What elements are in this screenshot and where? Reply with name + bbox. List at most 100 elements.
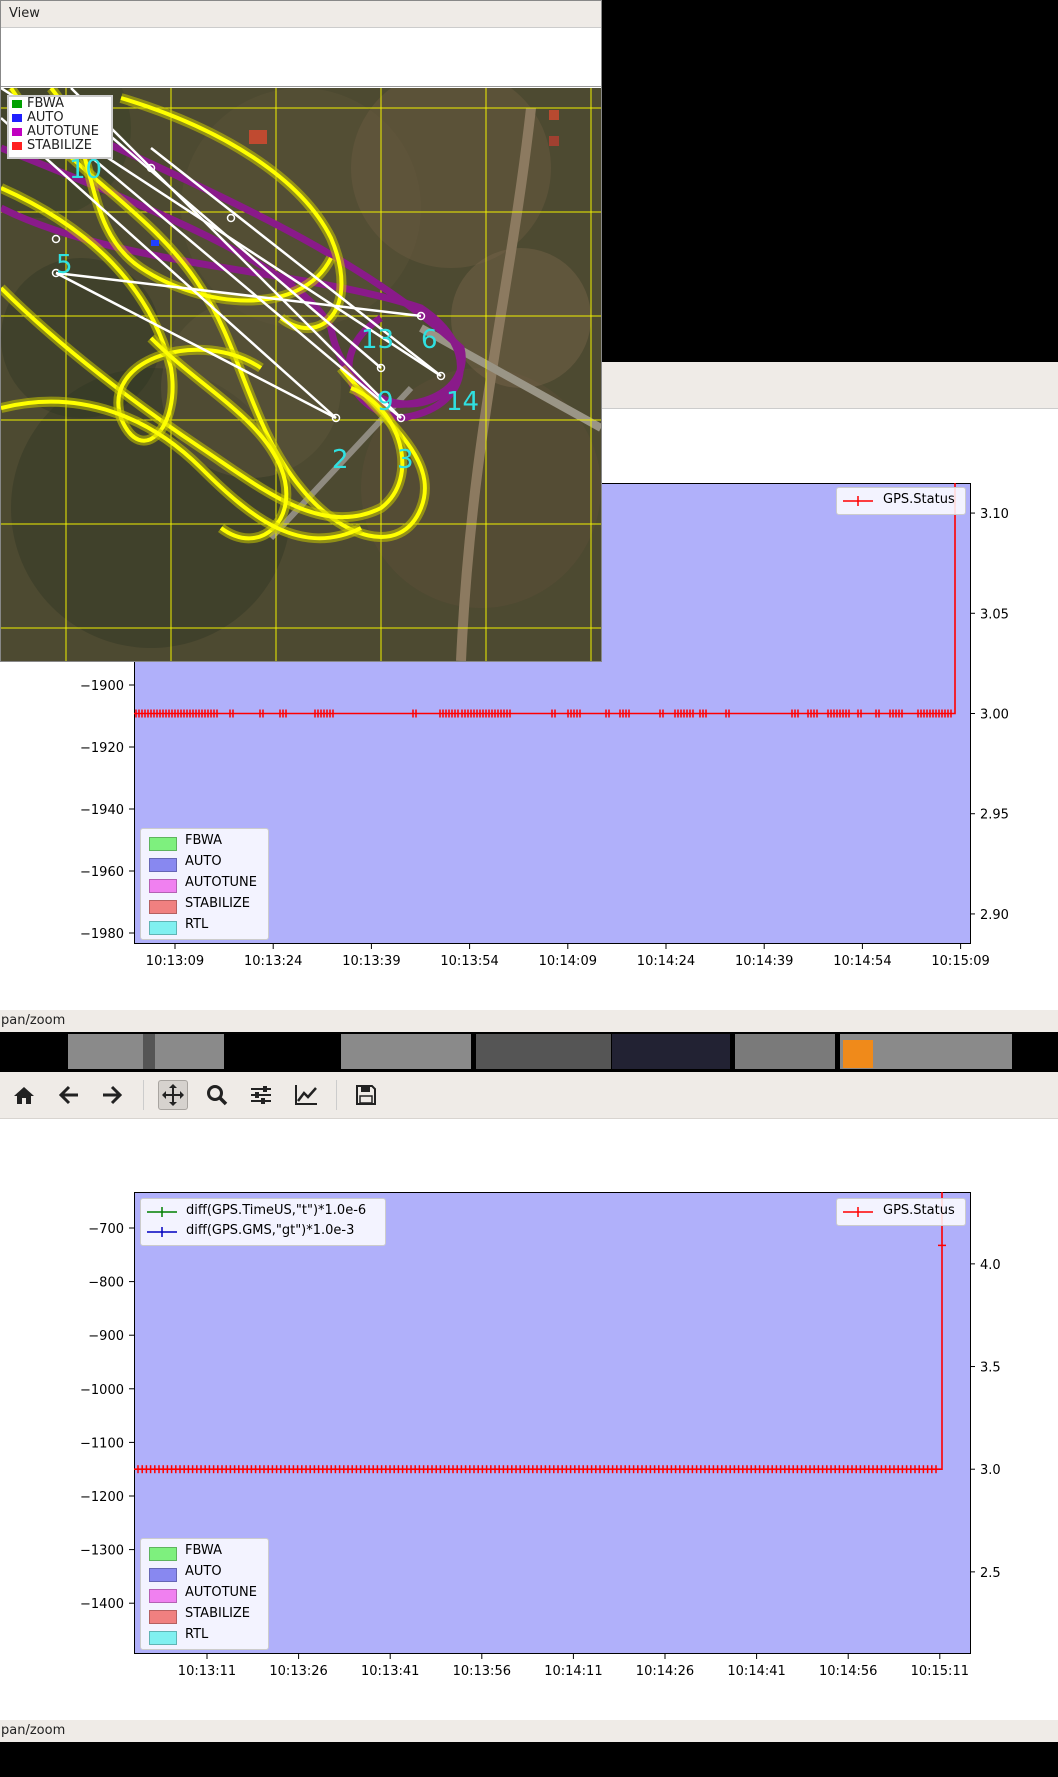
y-right-tick-label: 3.00	[980, 708, 1009, 723]
map-legend-label: FBWA	[27, 96, 64, 111]
taskbar-item[interactable]	[476, 1034, 611, 1069]
legend-line-icon	[147, 1227, 177, 1237]
x-tick-label: 10:13:26	[269, 1664, 327, 1679]
terrain-patch	[451, 248, 591, 388]
y-left-tick-label: −800	[88, 1276, 124, 1291]
y-left-tick-label: −1200	[80, 1490, 124, 1505]
x-tick-label: 10:13:24	[244, 954, 302, 969]
map-legend-swatch	[12, 100, 22, 108]
x-tick-label: 10:13:54	[440, 954, 498, 969]
waypoint-label: 14	[446, 387, 479, 417]
x-tick-label: 10:14:41	[727, 1664, 785, 1679]
map-legend-swatch	[12, 142, 22, 150]
mode-swatch	[149, 837, 177, 851]
legend-line-icon	[843, 1207, 873, 1217]
map-legend-swatch	[12, 128, 22, 136]
y-left-tick-label: −1980	[80, 927, 124, 942]
x-tick-label: 10:13:39	[342, 954, 400, 969]
y-right-tick-label: 2.95	[980, 808, 1009, 823]
mode-label: RTL	[185, 917, 209, 932]
map-legend-label: AUTOTUNE	[27, 124, 99, 139]
building	[549, 110, 559, 120]
plot-2-statusbar: pan/zoom	[0, 1720, 1058, 1742]
y-right-tick-label: 2.90	[980, 908, 1009, 923]
mode-swatch	[149, 900, 177, 914]
mode-swatch	[149, 921, 177, 935]
x-tick-label: 10:14:39	[735, 954, 793, 969]
map-legend-label: AUTO	[27, 110, 64, 125]
map-blank-panel	[1, 28, 601, 87]
mode-swatch	[149, 1568, 177, 1582]
mode-label: STABILIZE	[185, 1606, 251, 1621]
y-right-tick-label: 3.05	[980, 607, 1009, 622]
y-left-tick-label: −1960	[80, 865, 124, 880]
x-tick-label: 10:15:09	[931, 954, 989, 969]
y-left-tick-label: −700	[88, 1222, 124, 1237]
y-right-tick-label: 3.5	[980, 1361, 1001, 1376]
map-legend: FBWA AUTO AUTOTUNE STABILIZE	[7, 95, 113, 159]
status-text: pan/zoom	[1, 1723, 66, 1738]
x-tick-label: 10:13:56	[453, 1664, 511, 1679]
x-tick-label: 10:13:09	[146, 954, 204, 969]
y-left-tick-label: −1100	[80, 1436, 124, 1451]
plot-1-legend-right: GPS.Status	[836, 487, 966, 515]
mode-swatch	[149, 1631, 177, 1645]
legend-label: GPS.Status	[883, 1203, 955, 1218]
x-tick-label: 10:14:54	[833, 954, 891, 969]
legend-label: diff(GPS.TimeUS,"t")*1.0e-6	[186, 1203, 367, 1218]
y-left-tick-label: −1400	[80, 1597, 124, 1612]
map-view[interactable]: 10 5 13 6 9 14 2 3	[1, 88, 601, 661]
taskbar-item[interactable]	[341, 1034, 471, 1069]
y-left-tick-label: −1300	[80, 1544, 124, 1559]
x-tick-label: 10:14:26	[636, 1664, 694, 1679]
mode-label: FBWA	[185, 833, 222, 848]
map-window: View 10 5 13 6 9 14 2 3 FBWA AUTO AUTOTUNE STABILI…	[0, 0, 602, 662]
x-tick-label: 10:13:41	[361, 1664, 419, 1679]
waypoint-label: 9	[377, 387, 394, 417]
x-tick-label: 10:13:11	[178, 1664, 236, 1679]
mode-label: STABILIZE	[185, 896, 251, 911]
waypoint-label: 6	[421, 325, 438, 355]
waypoint-label: 13	[361, 325, 394, 355]
taskbar-item[interactable]	[612, 1034, 730, 1069]
y-left-tick-label: −1920	[80, 741, 124, 756]
mode-swatch	[149, 1547, 177, 1561]
taskbar-item[interactable]	[143, 1034, 155, 1069]
x-tick-label: 10:14:09	[539, 954, 597, 969]
waypoint-label: 5	[56, 250, 73, 280]
taskbar-item[interactable]	[843, 1040, 873, 1068]
mode-label: AUTO	[185, 1564, 222, 1579]
mode-swatch	[149, 858, 177, 872]
x-tick-label: 10:14:24	[637, 954, 695, 969]
y-right-tick-label: 2.5	[980, 1566, 1001, 1581]
x-tick-label: 10:14:56	[819, 1664, 877, 1679]
mode-swatch	[149, 1610, 177, 1624]
view-menu[interactable]: View	[9, 6, 40, 21]
plot-2-legend-right: GPS.Status	[836, 1198, 966, 1226]
waypoint-label: 3	[397, 445, 414, 475]
y-right-tick-label: 3.0	[980, 1463, 1001, 1478]
y-right-tick-label: 3.10	[980, 507, 1009, 522]
y-left-tick-label: −1000	[80, 1383, 124, 1398]
taskbar-item[interactable]	[735, 1034, 835, 1069]
y-right-tick-label: 4.0	[980, 1258, 1001, 1273]
status-text: pan/zoom	[1, 1013, 66, 1028]
mode-swatch	[149, 879, 177, 893]
mode-label: FBWA	[185, 1543, 222, 1558]
plot-1-modes-legend: FBWA AUTO AUTOTUNE STABILIZE RTL	[140, 828, 269, 940]
legend-label: diff(GPS.GMS,"gt")*1.0e-3	[186, 1223, 355, 1238]
map-menubar: View	[1, 1, 601, 28]
plot-2-legend-left: diff(GPS.TimeUS,"t")*1.0e-6 diff(GPS.GMS,…	[140, 1198, 386, 1246]
building	[549, 136, 559, 146]
y-left-tick-label: −1900	[80, 679, 124, 694]
mode-swatch	[149, 1589, 177, 1603]
mode-label: AUTO	[185, 854, 222, 869]
legend-line-icon	[843, 496, 873, 506]
x-tick-label: 10:15:11	[911, 1664, 969, 1679]
legend-label: GPS.Status	[883, 492, 955, 507]
map-legend-label: STABILIZE	[27, 138, 93, 153]
taskbar-strip	[0, 1032, 1058, 1072]
mode-label: RTL	[185, 1627, 209, 1642]
y-left-tick-label: −1940	[80, 803, 124, 818]
waypoint-label: 10	[69, 155, 102, 185]
